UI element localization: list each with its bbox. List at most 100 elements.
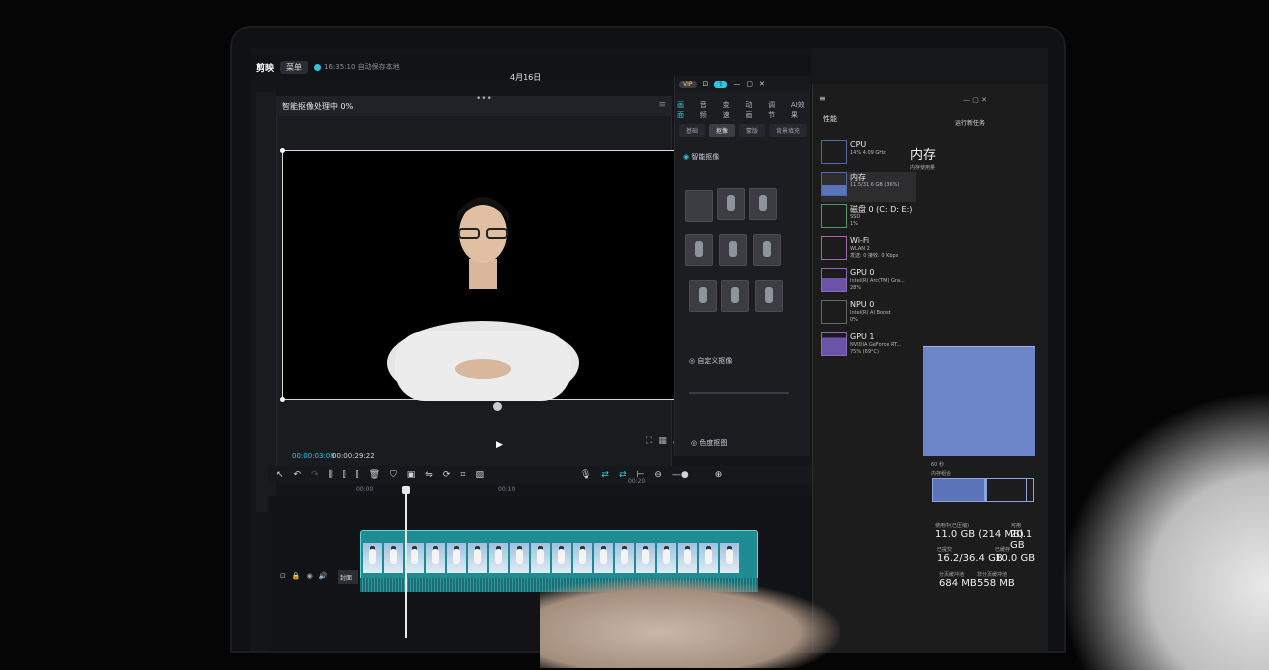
- tab-speed[interactable]: 变速: [723, 100, 736, 120]
- subtab-cutout[interactable]: 抠像: [709, 124, 736, 137]
- rotate-handle-icon[interactable]: [493, 402, 502, 411]
- cached-label: 已缓存: [995, 547, 1011, 553]
- zoom-out-icon[interactable]: ⊖: [654, 470, 662, 480]
- maximize-icon[interactable]: ▢: [972, 96, 979, 104]
- close-icon[interactable]: ✕: [759, 80, 765, 88]
- perf-item-cpu[interactable]: CPU 14% 4.09 GHz: [821, 140, 916, 170]
- minimize-icon[interactable]: —: [963, 96, 970, 104]
- clip-frame: [489, 543, 508, 573]
- perf-item-memory[interactable]: 内存 11.5/31.6 GB (36%): [821, 172, 916, 202]
- memory-composition-label: 内存组合: [931, 471, 952, 477]
- paged-pool-label: 分页缓冲池: [939, 572, 965, 578]
- tab-picture[interactable]: 画面: [677, 100, 690, 120]
- audio-icon[interactable]: 🔊: [319, 572, 328, 580]
- clip-frame: [594, 543, 613, 573]
- smart-cutout-section[interactable]: ◉ 智能抠像: [683, 152, 719, 162]
- delete-icon[interactable]: 🗑: [369, 470, 380, 480]
- clip-frame: [615, 543, 634, 573]
- resize-handle[interactable]: [280, 397, 285, 402]
- export-button[interactable]: ⇪: [714, 80, 728, 88]
- user-hand: [540, 578, 840, 668]
- crop-icon[interactable]: ⌗: [460, 470, 465, 480]
- perf-item-gpu1[interactable]: GPU 1 NVIDIA GeForce RT... 75% (69°C): [821, 332, 916, 362]
- cutout-preset[interactable]: [685, 234, 713, 266]
- composition-standby: [985, 479, 1027, 501]
- minimize-icon[interactable]: —: [733, 80, 740, 88]
- menu-button[interactable]: 菜单: [280, 60, 309, 74]
- play-button[interactable]: ▶: [496, 440, 503, 450]
- run-new-task-button[interactable]: 运行新任务: [955, 118, 985, 127]
- lock-track-icon[interactable]: 🔒: [292, 572, 301, 580]
- undo-icon[interactable]: ↶: [294, 470, 302, 480]
- playhead-handle[interactable]: [402, 486, 410, 494]
- gpu1-sparkline-icon: [821, 332, 847, 356]
- checkbox-icon[interactable]: ◎: [689, 357, 695, 365]
- subtab-mask[interactable]: 蒙版: [739, 124, 766, 137]
- playhead[interactable]: [405, 488, 407, 638]
- video-canvas[interactable]: [280, 148, 684, 405]
- disk-sparkline-icon: [821, 204, 847, 228]
- cutout-preset[interactable]: [749, 188, 777, 220]
- zoom-in-icon[interactable]: ⊕: [715, 470, 723, 480]
- inspector-title-bar: VIP ⊡ ⇪ — ▢ ✕: [675, 76, 811, 92]
- resize-handle[interactable]: [280, 148, 285, 153]
- subtab-basic[interactable]: 基础: [679, 124, 706, 137]
- microphone-icon[interactable]: 🎙: [580, 470, 591, 480]
- nonpaged-pool-label: 非分页缓冲池: [977, 572, 1008, 578]
- vip-badge[interactable]: VIP: [679, 80, 697, 88]
- ratio-icon[interactable]: ▦: [658, 436, 667, 446]
- hamburger-icon[interactable]: ≡: [819, 94, 826, 103]
- chroma-cutout-section[interactable]: ◎ 色度抠图: [691, 438, 727, 448]
- tab-adjust[interactable]: 调节: [768, 100, 781, 120]
- cutout-preset[interactable]: [721, 280, 749, 312]
- slider-track[interactable]: [689, 392, 789, 394]
- zoom-slider-icon[interactable]: —●: [672, 470, 689, 480]
- shield-icon[interactable]: ⛉: [390, 470, 397, 480]
- custom-cutout-section[interactable]: ◎ 自定义抠像: [689, 356, 732, 366]
- close-icon[interactable]: ✕: [981, 96, 987, 104]
- visibility-icon[interactable]: ◉: [307, 572, 313, 580]
- wifi-sparkline-icon: [821, 236, 847, 260]
- cover-button[interactable]: 封面: [338, 570, 358, 584]
- cloud-icon: [314, 63, 322, 71]
- image-icon[interactable]: ▨: [475, 470, 484, 480]
- tab-animation[interactable]: 动画: [745, 100, 758, 120]
- checkbox-icon[interactable]: ◎: [691, 439, 697, 447]
- mirror-icon[interactable]: ⇋: [425, 470, 433, 480]
- media-sidebar[interactable]: [256, 92, 276, 512]
- hamburger-icon[interactable]: ≡: [658, 100, 666, 110]
- perf-item-npu0[interactable]: NPU 0 Intel(R) AI Boost 0%: [821, 300, 916, 330]
- freeze-icon[interactable]: ▣: [407, 470, 416, 480]
- timeline-ruler[interactable]: 00:00 00:10 00:20: [268, 478, 812, 496]
- app-logo: 剪映: [256, 63, 275, 74]
- more-icon[interactable]: •••: [476, 94, 492, 104]
- link-icon[interactable]: ⇄: [601, 470, 609, 480]
- select-tool-icon[interactable]: ↖: [276, 470, 284, 480]
- lock-icon[interactable]: ⊡: [280, 572, 286, 580]
- cutout-preset-none[interactable]: [685, 190, 713, 222]
- share-icon[interactable]: ⊡: [703, 80, 709, 88]
- cutout-preset[interactable]: [753, 234, 781, 266]
- cutout-preset[interactable]: [689, 280, 717, 312]
- cutout-preset[interactable]: [755, 280, 783, 312]
- snap-icon[interactable]: ⇄: [619, 470, 627, 480]
- perf-item-name: GPU 1: [850, 332, 875, 341]
- perf-item-gpu0[interactable]: GPU 0 Intel(R) Arc(TM) Gra... 28%: [821, 268, 916, 298]
- redo-icon[interactable]: ↷: [311, 470, 319, 480]
- perf-item-disk[interactable]: 磁盘 0 (C: D: E:) SSD 1%: [821, 204, 916, 234]
- clip-frame: [552, 543, 571, 573]
- split-left-icon[interactable]: ⫿: [343, 470, 346, 480]
- tab-audio[interactable]: 音频: [700, 100, 713, 120]
- fit-icon[interactable]: ⛶: [646, 436, 652, 446]
- split-icon[interactable]: ⫼: [329, 470, 333, 480]
- maximize-icon[interactable]: ▢: [746, 80, 753, 88]
- subtab-background[interactable]: 背景填充: [769, 124, 808, 137]
- presenter-figure: [387, 197, 579, 405]
- tab-ai-effects[interactable]: AI效果: [791, 100, 810, 120]
- cutout-preset[interactable]: [719, 234, 747, 266]
- perf-item-wifi[interactable]: Wi-Fi WLAN 2 发送: 0 接收: 0 Kbps: [821, 236, 916, 266]
- split-right-icon[interactable]: ⫿: [356, 470, 359, 480]
- rotate-icon[interactable]: ⟳: [443, 470, 451, 480]
- cutout-preset[interactable]: [717, 188, 745, 220]
- checkbox-icon[interactable]: ◉: [683, 153, 689, 161]
